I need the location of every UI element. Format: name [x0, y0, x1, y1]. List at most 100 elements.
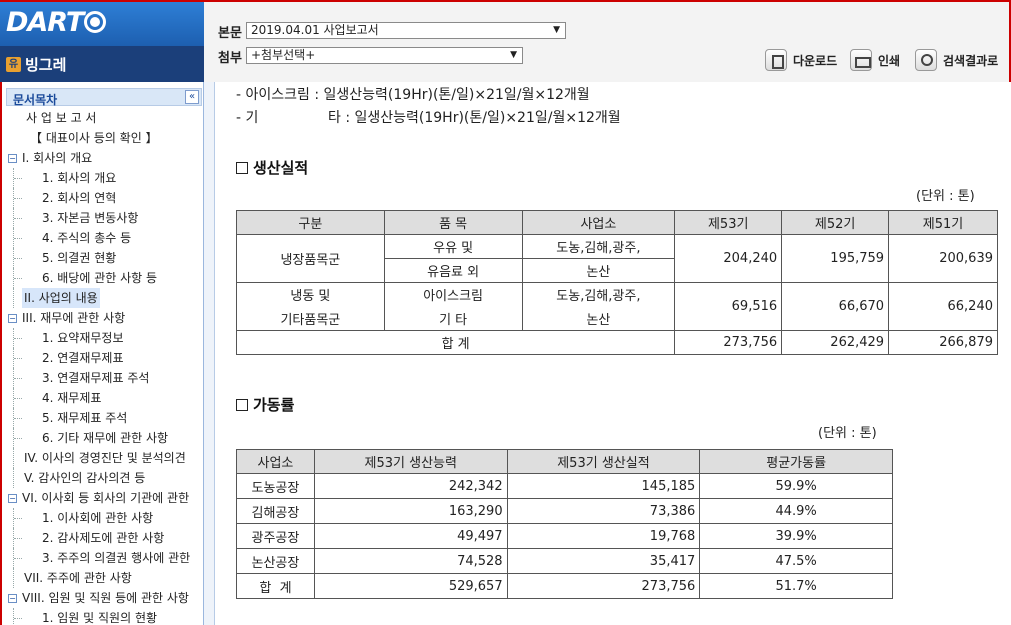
dropdown-arrow-icon: ▼	[553, 25, 560, 35]
attach-select[interactable]: +첨부선택+ ▼	[246, 47, 523, 64]
toc-item-ceo-confirmation[interactable]: 【 대표이사 등의 확인 】	[6, 128, 202, 148]
table-cell: 도농,김해,광주,	[521, 234, 676, 259]
toc-item-label[interactable]: 2. 감사제도에 관한 사항	[40, 528, 166, 548]
table-cell: 273,756	[674, 330, 783, 355]
table-row: 광주공장 49,497 19,768 39.9%	[236, 523, 893, 549]
search-icon	[915, 49, 937, 71]
toc-item-business-report[interactable]: 사 업 보 고 서	[6, 108, 202, 128]
utilization-title-text: 가동률	[253, 396, 295, 414]
collapse-node-icon[interactable]: −	[8, 154, 17, 163]
toc-item[interactable]: 4. 재무제표	[6, 388, 202, 408]
table-cell: 51.7%	[699, 573, 893, 599]
toc-item[interactable]: 5. 의결권 현황	[6, 248, 202, 268]
toc-item-label[interactable]: 1. 회사의 개요	[40, 168, 118, 188]
toc-item-label[interactable]: 6. 배당에 관한 사항 등	[40, 268, 159, 288]
table-cell: 204,240	[674, 234, 783, 283]
toc-item[interactable]: 6. 기타 재무에 관한 사항	[6, 428, 202, 448]
collapse-sidebar-icon[interactable]: «	[185, 90, 199, 104]
toc-title: 문서목차	[13, 93, 58, 107]
table-cell: 광주공장	[236, 523, 315, 549]
table-cell: 도농,김해,광주,	[521, 282, 676, 307]
main-doc-select-value: 2019.04.01 사업보고서	[251, 23, 379, 37]
toc-item-label[interactable]: II. 사업의 내용	[22, 288, 100, 308]
column-header: 제51기	[888, 210, 998, 235]
table-cell: 195,759	[781, 234, 890, 283]
toc-item-financial[interactable]: − III. 재무에 관한 사항	[6, 308, 202, 328]
toc-item[interactable]: 2. 회사의 연혁	[6, 188, 202, 208]
collapse-node-icon[interactable]: −	[8, 594, 17, 603]
download-button[interactable]: 다운로드	[765, 49, 837, 71]
toc-item-label[interactable]: 4. 주식의 총수 등	[40, 228, 133, 248]
print-button[interactable]: 인쇄	[850, 49, 900, 71]
company-name: 빙그레	[25, 56, 67, 74]
toc-item[interactable]: 2. 연결재무제표	[6, 348, 202, 368]
toc-item-label[interactable]: 3. 자본금 변동사항	[40, 208, 140, 228]
toc-item-business-content[interactable]: II. 사업의 내용	[6, 288, 202, 308]
table-cell: 74,528	[313, 548, 508, 574]
toc-item-label[interactable]: VIII. 임원 및 직원 등에 관한 사항	[20, 588, 191, 608]
toc-item-label[interactable]: 1. 임원 및 직원의 현황	[40, 608, 159, 625]
toc-item-company-overview[interactable]: − I. 회사의 개요	[6, 148, 202, 168]
toc-item-label[interactable]: 3. 주주의 의결권 행사에 관한	[40, 548, 192, 568]
toc-item-label[interactable]: 5. 의결권 현황	[40, 248, 118, 268]
toc-item-label[interactable]: I. 회사의 개요	[20, 148, 94, 168]
table-cell: 논산공장	[236, 548, 315, 574]
utilization-table: 사업소 제53기 생산능력 제53기 생산실적 평균가동률 도농공장 242,3…	[236, 449, 893, 599]
toc-item[interactable]: 5. 재무제표 주석	[6, 408, 202, 428]
toc-item-label[interactable]: 【 대표이사 등의 확인 】	[28, 128, 160, 148]
toc-item-label[interactable]: 1. 요약재무정보	[40, 328, 126, 348]
toc-item-label[interactable]: 5. 재무제표 주석	[40, 408, 129, 428]
toc-item[interactable]: 1. 요약재무정보	[6, 328, 202, 348]
toc-item[interactable]: VII. 주주에 관한 사항	[6, 568, 202, 588]
table-cell: 529,657	[313, 573, 508, 599]
table-cell: 기 타	[383, 306, 523, 331]
sidebar-splitter[interactable]	[204, 82, 215, 625]
toc-item[interactable]: 1. 회사의 개요	[6, 168, 202, 188]
toc-item-label[interactable]: 2. 회사의 연혁	[40, 188, 118, 208]
table-cell: 66,240	[888, 282, 998, 331]
toc-item[interactable]: 4. 주식의 총수 등	[6, 228, 202, 248]
toc-item[interactable]: 6. 배당에 관한 사항 등	[6, 268, 202, 288]
toc-item-label[interactable]: 2. 연결재무제표	[40, 348, 126, 368]
save-icon	[765, 49, 787, 71]
toc-item-label[interactable]: 6. 기타 재무에 관한 사항	[40, 428, 170, 448]
table-row: 냉동 및 아이스크림 도농,김해,광주, 69,516 66,670 66,24…	[236, 282, 998, 331]
toc-item[interactable]: 3. 연결재무제표 주석	[6, 368, 202, 388]
toc-item[interactable]: V. 감사인의 감사의견 등	[6, 468, 202, 488]
toc-item-label[interactable]: III. 재무에 관한 사항	[20, 308, 127, 328]
toc-item[interactable]: 1. 임원 및 직원의 현황	[6, 608, 202, 625]
toc-item-label[interactable]: VI. 이사회 등 회사의 기관에 관한	[20, 488, 191, 508]
toc-item[interactable]: 1. 이사회에 관한 사항	[6, 508, 202, 528]
toc-item-officers[interactable]: − VIII. 임원 및 직원 등에 관한 사항	[6, 588, 202, 608]
toc-item-label[interactable]: 1. 이사회에 관한 사항	[40, 508, 155, 528]
search-results-label: 검색결과로	[943, 53, 999, 68]
toc-item-label[interactable]: 사 업 보 고 서	[24, 108, 98, 128]
toc-item[interactable]: 3. 자본금 변동사항	[6, 208, 202, 228]
toc-item-label[interactable]: VII. 주주에 관한 사항	[22, 568, 134, 588]
table-cell: 73,386	[506, 498, 701, 524]
search-results-button[interactable]: 검색결과로	[915, 49, 998, 71]
dart-logo[interactable]: DART	[6, 7, 84, 38]
toc-header: 문서목차 «	[6, 88, 202, 107]
collapse-node-icon[interactable]: −	[8, 494, 17, 503]
utilization-section-title: 가동률	[236, 394, 294, 415]
toc-item-label[interactable]: 3. 연결재무제표 주석	[40, 368, 151, 388]
toc-item-label[interactable]: 4. 재무제표	[40, 388, 103, 408]
toc-item[interactable]: 3. 주주의 의결권 행사에 관한	[6, 548, 202, 568]
toc-item-label[interactable]: V. 감사인의 감사의견 등	[22, 468, 147, 488]
table-cell: 242,342	[313, 473, 508, 499]
main-doc-select[interactable]: 2019.04.01 사업보고서 ▼	[246, 22, 566, 39]
toc-item[interactable]: IV. 이사의 경영진단 및 분석의견	[6, 448, 202, 468]
toc-item-board[interactable]: − VI. 이사회 등 회사의 기관에 관한	[6, 488, 202, 508]
toc-item[interactable]: 2. 감사제도에 관한 사항	[6, 528, 202, 548]
column-header: 구분	[236, 210, 385, 235]
table-total-row: 합 계 273,756 262,429 266,879	[235, 330, 998, 355]
table-cell: 아이스크림	[383, 282, 523, 307]
checkbox-square-icon	[236, 162, 248, 174]
table-header-row: 사업소 제53기 생산능력 제53기 생산실적 평균가동률	[236, 449, 893, 474]
print-label: 인쇄	[878, 53, 901, 68]
collapse-node-icon[interactable]: −	[8, 314, 17, 323]
table-cell: 273,756	[506, 573, 701, 599]
attach-select-value: +첨부선택+	[251, 48, 316, 62]
toc-item-label[interactable]: IV. 이사의 경영진단 및 분석의견	[22, 448, 188, 468]
